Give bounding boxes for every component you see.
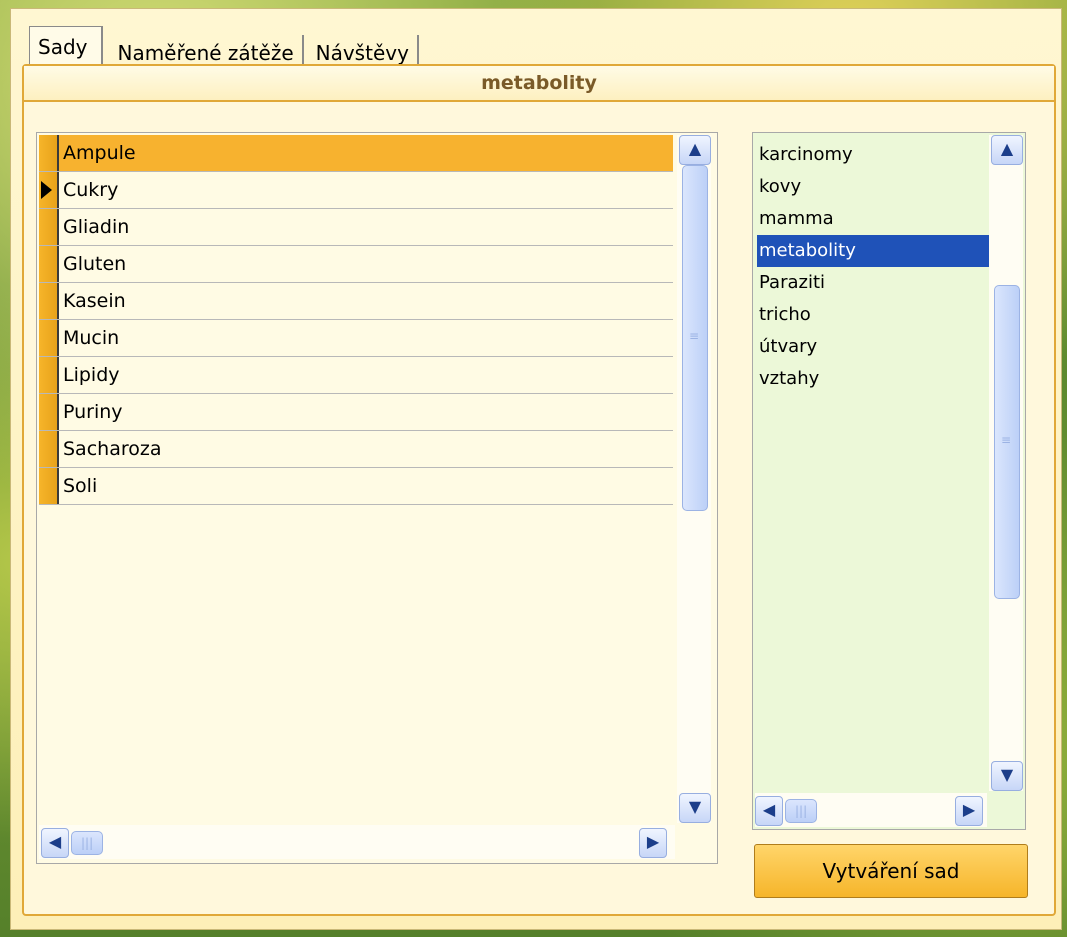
grid-rows: Ampule Cukry Gliadin Gluten Kasein Mucin Lipid…	[39, 135, 673, 505]
list-item[interactable]: kovy	[757, 171, 995, 203]
row-indicator[interactable]	[39, 357, 59, 393]
grid-row[interactable]: Ampule	[39, 135, 673, 172]
list-item[interactable]: metabolity	[757, 235, 995, 267]
scroll-up-icon[interactable]: ▲	[991, 135, 1023, 165]
list-vertical-scrollbar[interactable]: ▲ ≡ ▼	[989, 135, 1023, 791]
list-item[interactable]: mamma	[757, 203, 995, 235]
row-indicator[interactable]	[39, 283, 59, 319]
scroll-right-icon[interactable]: ▶	[955, 796, 983, 826]
grid-row[interactable]: Soli	[39, 468, 673, 505]
grid-row[interactable]: Lipidy	[39, 357, 673, 394]
grid-row[interactable]: Puriny	[39, 394, 673, 431]
list-item[interactable]: útvary	[757, 331, 995, 363]
scroll-left-icon[interactable]: ◀	[755, 796, 783, 826]
row-indicator[interactable]	[39, 172, 59, 208]
row-indicator[interactable]	[39, 468, 59, 504]
grip-icon: |||	[81, 836, 94, 850]
row-indicator[interactable]	[39, 209, 59, 245]
grid-row[interactable]: Mucin	[39, 320, 673, 357]
grid-cell: Puriny	[63, 401, 123, 423]
grid-cell: Kasein	[63, 290, 126, 312]
grid-horizontal-thumb[interactable]: |||	[71, 831, 103, 855]
sets-panel: metabolity Ampule Cukry Gliadin Gluten Kasei…	[22, 64, 1056, 916]
scroll-down-icon[interactable]: ▼	[679, 793, 711, 823]
current-row-arrow-icon	[41, 181, 52, 199]
grid-row[interactable]: Sacharoza	[39, 431, 673, 468]
sets-listbox[interactable]: karcinomy kovy mamma metabolity Paraziti tric…	[752, 132, 1026, 830]
list-item[interactable]: Paraziti	[757, 267, 995, 299]
list-item[interactable]: vztahy	[757, 363, 995, 395]
grid-row[interactable]: Gliadin	[39, 209, 673, 246]
list-scroll-thumb[interactable]: ≡	[994, 285, 1020, 599]
scroll-down-icon[interactable]: ▼	[991, 761, 1023, 791]
row-indicator[interactable]	[39, 320, 59, 356]
grid-vertical-scrollbar[interactable]: ▲ ≡ ▼	[677, 135, 711, 823]
grip-icon: |||	[795, 804, 808, 818]
scroll-left-icon[interactable]: ◀	[41, 828, 69, 858]
list-item[interactable]: karcinomy	[757, 139, 995, 171]
row-indicator[interactable]	[39, 246, 59, 282]
row-indicator[interactable]	[39, 394, 59, 430]
grid-row[interactable]: Kasein	[39, 283, 673, 320]
scroll-right-icon[interactable]: ▶	[639, 828, 667, 858]
grip-icon: ≡	[1001, 433, 1012, 447]
list-item[interactable]: tricho	[757, 299, 995, 331]
grid-horizontal-scrollbar[interactable]: ◀ ||| ▶	[39, 825, 675, 859]
grid-cell: Sacharoza	[63, 438, 162, 460]
list-horizontal-thumb[interactable]: |||	[785, 799, 817, 823]
grid-cell: Gluten	[63, 253, 127, 275]
grid-row[interactable]: Cukry	[39, 172, 673, 209]
create-sets-button[interactable]: Vytváření sad	[754, 844, 1028, 898]
grid-cell: Mucin	[63, 327, 120, 349]
grid-scroll-thumb[interactable]: ≡	[682, 165, 708, 511]
grid-cell: Lipidy	[63, 364, 120, 386]
scroll-up-icon[interactable]: ▲	[679, 135, 711, 165]
substances-grid[interactable]: Ampule Cukry Gliadin Gluten Kasein Mucin Lipid…	[36, 132, 718, 864]
grid-cell: Ampule	[63, 142, 136, 164]
panel-title: metabolity	[24, 66, 1054, 102]
grip-icon: ≡	[689, 329, 700, 343]
list-horizontal-scrollbar[interactable]: ◀ ||| ▶	[755, 793, 987, 827]
row-indicator[interactable]	[39, 135, 59, 171]
grid-cell: Cukry	[63, 179, 119, 201]
grid-cell: Gliadin	[63, 216, 130, 238]
grid-row[interactable]: Gluten	[39, 246, 673, 283]
grid-cell: Soli	[63, 475, 98, 497]
row-indicator[interactable]	[39, 431, 59, 467]
